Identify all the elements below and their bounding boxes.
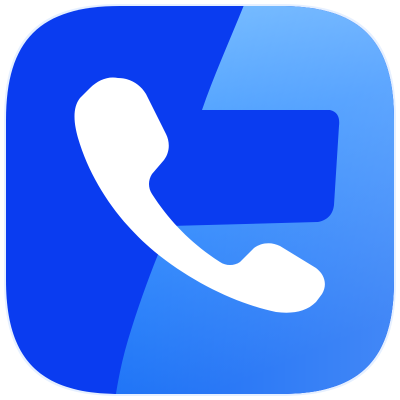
app-icon-canvas: [0, 0, 400, 400]
phone-app-icon[interactable]: [0, 0, 400, 400]
